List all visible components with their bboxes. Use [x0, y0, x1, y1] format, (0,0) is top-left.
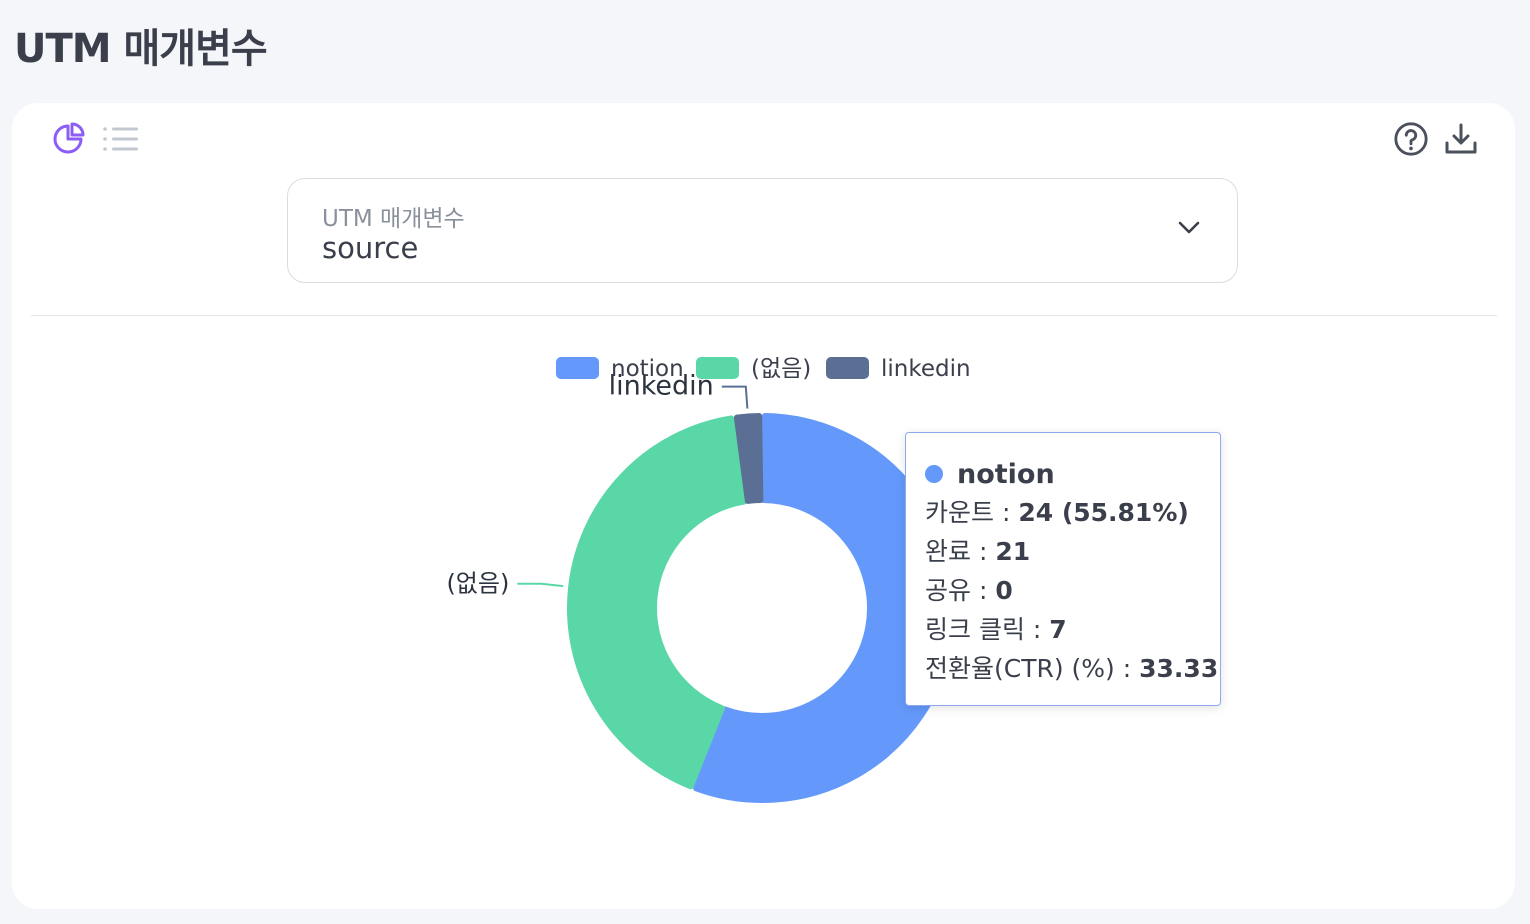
slice-leader-line [721, 385, 749, 409]
legend-swatch [696, 357, 739, 379]
chart-card: UTM 매개변수 source linkedin (없음) notion (없음) li… [12, 103, 1515, 909]
chart-tooltip: notion 카운트 : 24 (55.81%) 완료 : 21 공유 : 0 … [905, 432, 1221, 706]
legend-label: (없음) [751, 356, 811, 382]
legend-label: notion [611, 356, 684, 382]
tooltip-header: notion [925, 455, 1202, 493]
tooltip-series-marker [925, 465, 943, 483]
page-title: UTM 매개변수 [14, 26, 268, 72]
donut-chart: linkedin(없음)notion (없음) linkedin [446, 356, 971, 803]
legend-swatch [826, 357, 869, 379]
slice-label: (없음) [446, 570, 509, 598]
slice-leader-line [517, 582, 564, 588]
tooltip-row: 전환율(CTR) (%) : 33.33 [925, 654, 1219, 683]
tooltip-row: 완료 : 21 [925, 537, 1031, 566]
tooltip-row: 카운트 : 24 (55.81%) [925, 498, 1189, 527]
tooltip-series-name: notion [957, 458, 1055, 490]
legend-label: linkedin [881, 356, 971, 382]
tooltip-row: 공유 : 0 [925, 576, 1013, 605]
tooltip-row: 링크 클릭 : 7 [925, 615, 1067, 644]
legend-swatch [556, 357, 599, 379]
